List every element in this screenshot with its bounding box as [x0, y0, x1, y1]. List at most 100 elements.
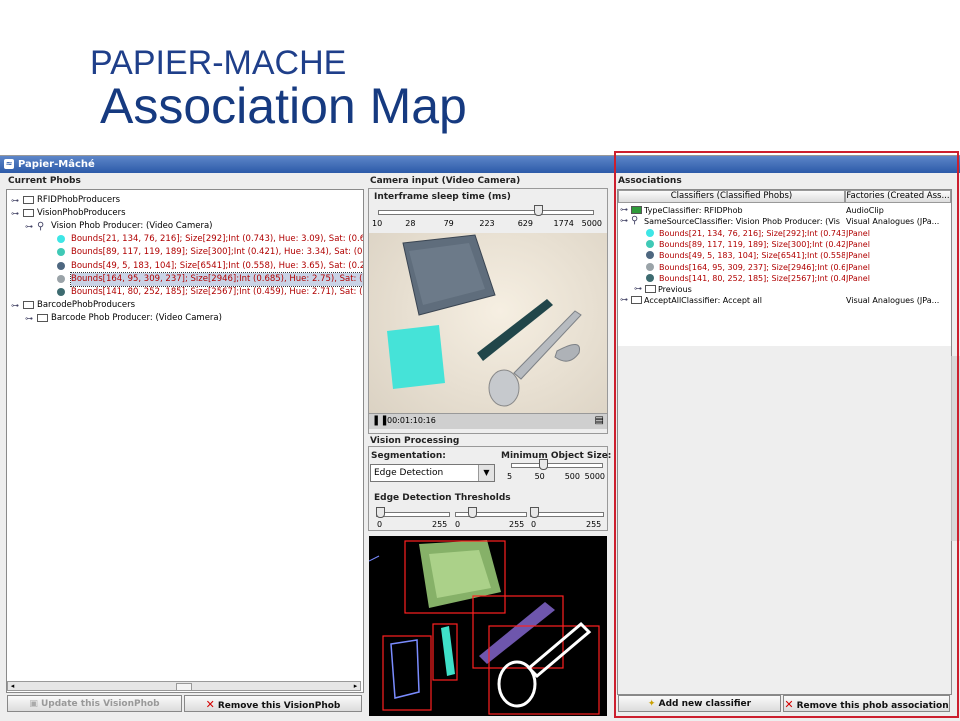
tree-row[interactable]: ⊶ Barcode Phob Producer: (Video Camera): [7, 312, 361, 325]
tree-row[interactable]: ⊶ RFIDPhobProducers: [7, 194, 361, 207]
slide-title: Association Map: [100, 78, 467, 134]
tree-row[interactable]: Bounds[89, 117, 119, 189]; Size[300];Int…: [7, 246, 363, 259]
chevron-down-icon[interactable]: ▼: [478, 465, 494, 481]
association-row[interactable]: Bounds[164, 95, 309, 237]; Size[2946];In…: [618, 262, 951, 273]
expand-toggle-icon[interactable]: ⊶: [11, 299, 19, 312]
factories-column-header[interactable]: Factories (Created Ass...: [845, 190, 951, 203]
phob-color-icon: [646, 273, 654, 282]
association-row[interactable]: Bounds[49, 5, 183, 104]; Size[6541];Int …: [618, 250, 951, 261]
threshold1-min: 0: [377, 520, 383, 529]
tree-row[interactable]: ⊶ BarcodePhobProducers: [7, 299, 361, 312]
update-visionphob-button[interactable]: ▣ Update this VisionPhob: [7, 695, 182, 712]
tree-row[interactable]: ⊶ VisionPhobProducers: [7, 207, 361, 220]
threshold3-slider-thumb[interactable]: [530, 507, 539, 518]
remove-visionphob-button[interactable]: ✕ Remove this VisionPhob: [184, 695, 362, 712]
associations-empty-area: [618, 346, 951, 694]
threshold2-slider-track[interactable]: [455, 512, 527, 517]
phob-color-icon: [646, 251, 654, 260]
camera-scene-image: [387, 234, 582, 407]
association-classifier: Bounds[89, 117, 119, 189]; Size[300];Int…: [659, 239, 845, 249]
min-size-slider-thumb[interactable]: [539, 459, 548, 470]
threshold3-slider-track[interactable]: [530, 512, 604, 517]
scroll-right-arrow-icon[interactable]: ▸: [351, 682, 360, 690]
sleep-tick-label: 79: [443, 219, 454, 228]
association-row[interactable]: ⊶ AcceptAllClassifier: Accept all Visual A…: [618, 295, 951, 306]
segmentation-label: Segmentation:: [371, 451, 446, 461]
expand-toggle-icon[interactable]: ⊶: [11, 207, 19, 220]
expand-toggle-icon[interactable]: ⊶: [11, 194, 19, 207]
vision-processing-label: Vision Processing: [370, 436, 460, 446]
tree-row-label: Vision Phob Producer: (Video Camera): [51, 221, 213, 232]
association-factory: JPanel: [846, 273, 870, 283]
phob-tree[interactable]: ⊶ RFIDPhobProducers ⊶ VisionPhobProducers ⊶ ⚲…: [6, 189, 364, 693]
tree-row-label: VisionPhobProducers: [37, 208, 126, 219]
video-controls: ❚❚ 00:01:10:16 ▤: [369, 413, 607, 429]
folder-icon: [23, 196, 34, 204]
window-title: Papier-Mâché: [18, 159, 95, 170]
threshold1-max: 255: [432, 520, 448, 529]
phob-color-icon: [57, 248, 65, 257]
association-classifier: Previous: [658, 285, 692, 295]
sleep-tick-label: 629: [517, 219, 533, 228]
sleep-tick-label: 223: [479, 219, 495, 228]
edge-thresholds-label: Edge Detection Thresholds: [374, 493, 511, 503]
phob-color-icon: [57, 287, 65, 296]
association-classifier: Bounds[164, 95, 309, 237]; Size[2946];In…: [659, 262, 845, 272]
association-classifier: TypeClassifier: RFIDPhob: [644, 206, 743, 215]
camera-input-label: Camera input (Video Camera): [370, 176, 521, 186]
add-classifier-button[interactable]: ✦ Add new classifier: [618, 695, 781, 712]
producer-icon: ⚲: [631, 215, 639, 227]
association-factory: AudioClip: [846, 206, 884, 215]
remove-association-button[interactable]: ✕ Remove this phob association: [783, 695, 950, 712]
sleep-time-slider-track[interactable]: [378, 210, 594, 215]
minsize-tick-label: 5000: [584, 472, 605, 481]
association-row[interactable]: Bounds[89, 117, 119, 189]; Size[300];Int…: [618, 239, 951, 250]
phob-tree-hscrollbar[interactable]: ◂ ▸: [7, 681, 361, 691]
expand-toggle-icon[interactable]: ⊶: [620, 215, 628, 226]
scroll-left-arrow-icon[interactable]: ◂: [8, 682, 17, 690]
expand-toggle-icon[interactable]: ⊶: [25, 220, 33, 233]
tree-row-label: RFIDPhobProducers: [37, 195, 121, 205]
classifiers-column-header[interactable]: Classifiers (Classified Phobs): [618, 190, 845, 203]
association-row[interactable]: Bounds[21, 134, 76, 216]; Size[292];Int …: [618, 228, 951, 239]
edge-detection-image: [369, 540, 600, 715]
tree-row[interactable]: ⊶ ⚲ Vision Phob Producer: (Video Camera): [7, 220, 361, 233]
phob-color-icon: [646, 262, 654, 271]
sleep-time-slider-thumb[interactable]: [534, 205, 543, 216]
threshold2-slider-thumb[interactable]: [468, 507, 477, 518]
right-edge-bar: [951, 356, 960, 541]
expand-toggle-icon[interactable]: ⊶: [620, 204, 628, 215]
sleep-time-label: Interframe sleep time (ms): [374, 192, 511, 202]
expand-toggle-icon[interactable]: ⊶: [620, 294, 628, 305]
expand-toggle-icon[interactable]: ⊶: [634, 283, 642, 294]
tree-row[interactable]: Bounds[164, 95, 309, 237]; Size[2946];In…: [7, 271, 363, 287]
folder-icon: [23, 209, 34, 218]
association-row[interactable]: Bounds[141, 80, 252, 185]; Size[2567];In…: [618, 273, 951, 284]
associations-table[interactable]: Classifiers (Classified Phobs) Factories…: [617, 189, 952, 695]
association-row[interactable]: ⊶ TypeClassifier: RFIDPhob AudioClip: [618, 205, 951, 216]
association-row[interactable]: ⊶ Previous: [618, 284, 951, 295]
threshold2-max: 255: [509, 520, 525, 529]
tree-row[interactable]: Bounds[49, 5, 183, 104]; Size[6541];Int …: [7, 260, 363, 273]
min-size-slider-track[interactable]: [511, 463, 603, 468]
remove-icon: ✕: [784, 698, 794, 711]
tree-row[interactable]: Bounds[21, 134, 76, 216]; Size[292];Int …: [7, 233, 363, 246]
tree-row[interactable]: Bounds[141, 80, 252, 185]; Size[2567];In…: [7, 286, 363, 299]
window-titlebar[interactable]: ≈ Papier-Mâché: [0, 156, 960, 173]
association-row[interactable]: ⊶ ⚲ SameSourceClassifier: Vision Phob Prod…: [618, 215, 951, 227]
expand-toggle-icon[interactable]: ⊶: [25, 312, 33, 325]
segmentation-select[interactable]: Edge Detection ▼: [370, 464, 495, 482]
associations-label: Associations: [618, 176, 682, 186]
association-classifier: AcceptAllClassifier: Accept all: [644, 296, 762, 306]
threshold3-max: 255: [586, 520, 602, 529]
threshold1-slider-thumb[interactable]: [376, 507, 385, 518]
tree-row-label: Bounds[164, 95, 309, 237]; Size[2946];In…: [70, 271, 363, 287]
app-window: ≈ Papier-Mâché Current Phobs ⊶ RFIDPhobPr…: [0, 155, 960, 721]
producer-icon: ⚲: [37, 221, 45, 233]
minsize-tick-label: 5: [507, 472, 513, 481]
film-icon[interactable]: ▤: [595, 415, 604, 426]
remove-icon: ✕: [205, 698, 215, 711]
threshold1-slider-track[interactable]: [376, 512, 450, 517]
min-object-size-label: Minimum Object Size:: [501, 451, 612, 461]
scroll-thumb[interactable]: [176, 683, 192, 691]
